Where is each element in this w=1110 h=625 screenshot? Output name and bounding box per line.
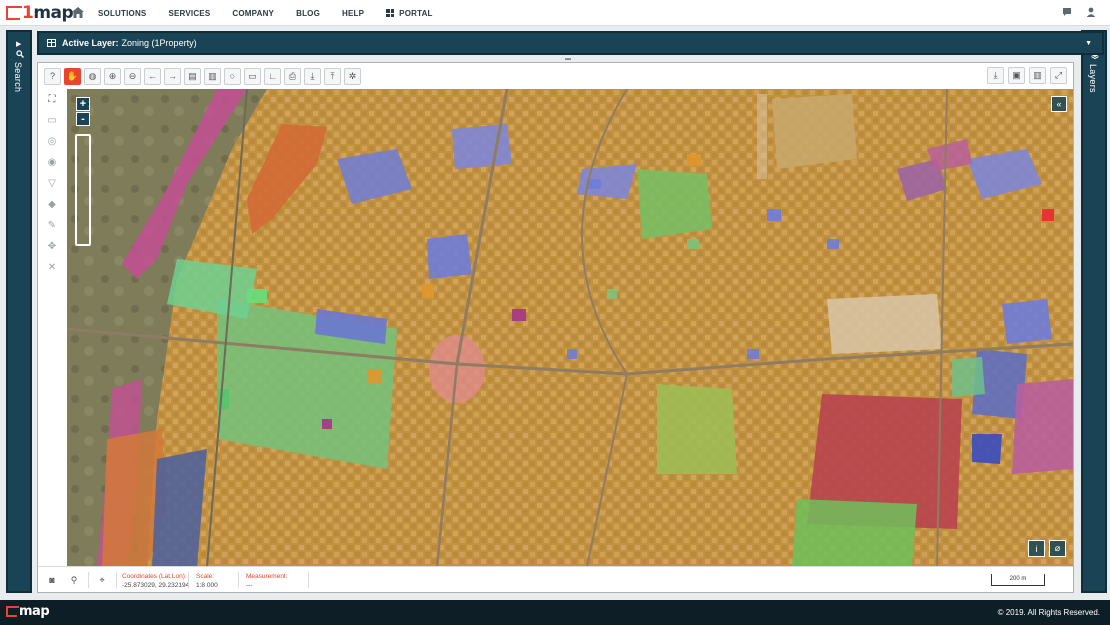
scale-bar: 200 m xyxy=(991,574,1045,586)
zoning-map[interactable] xyxy=(67,89,1073,567)
help-icon[interactable]: ? xyxy=(44,67,61,85)
nav-right-actions xyxy=(1062,7,1096,17)
map-icon[interactable]: ▭ xyxy=(45,113,59,127)
export-icon[interactable]: ⤓ xyxy=(987,67,1004,84)
settings-icon[interactable]: ✲ xyxy=(344,67,361,85)
angle-icon[interactable]: ∟ xyxy=(264,67,281,85)
scale-label: Scale: xyxy=(196,573,215,580)
forward-arrow-icon[interactable]: → xyxy=(164,67,181,85)
download-icon[interactable]: ⤓ xyxy=(304,67,321,85)
binoculars-icon[interactable]: ⛶ xyxy=(45,92,59,106)
measurement-label: Measurement: xyxy=(246,573,288,580)
nav-portal-label: PORTAL xyxy=(399,8,433,18)
ruler-icon[interactable]: ▭ xyxy=(244,67,261,85)
logo-mark xyxy=(6,6,22,20)
nav-solutions[interactable]: SOLUTIONS xyxy=(98,9,146,18)
divider xyxy=(188,572,189,588)
active-layer-value: Zoning (1Property) xyxy=(121,38,197,48)
scale-readout: Scale: 1:8 000 xyxy=(196,572,218,590)
zoom-out-icon[interactable]: ⊖ xyxy=(124,67,141,85)
info-icon[interactable]: i xyxy=(1028,540,1045,557)
chart-icon[interactable]: ▥ xyxy=(204,67,221,85)
nav-company[interactable]: COMPANY xyxy=(232,9,274,18)
move-icon[interactable]: ✥ xyxy=(45,239,59,253)
pan-hand-icon[interactable]: ✋ xyxy=(64,67,81,85)
footer-logo-text: map xyxy=(19,604,50,619)
layers-panel-label: Layers xyxy=(1088,64,1098,93)
divider xyxy=(238,572,239,588)
divider xyxy=(308,572,309,588)
table-icon[interactable]: ▤ xyxy=(184,67,201,85)
layers-panel[interactable]: ◀ Layers xyxy=(1081,30,1107,593)
map-toolbar: ? ✋ ◍ ⊕ ⊖ ← → ▤ ▥ ○ ▭ ∟ ⎙ ⤓ ⤒ ✲ ⤓ ▣ ▥ ⤢ xyxy=(38,63,1073,89)
tag-icon[interactable]: ◆ xyxy=(45,197,59,211)
grid-icon xyxy=(386,9,395,17)
scale-value: 1:8 000 xyxy=(196,582,218,589)
print-icon[interactable]: ⎙ xyxy=(284,67,301,85)
coordinates-value: -25.873029, 29.232194 xyxy=(122,582,190,589)
table-icon xyxy=(47,39,56,47)
chevron-down-icon[interactable]: ▼ xyxy=(1085,40,1092,47)
logo-text: 1map xyxy=(22,3,74,23)
top-navigation: 1map SOLUTIONS SERVICES COMPANY BLOG HEL… xyxy=(0,0,1110,26)
double-chevron-left-icon[interactable]: « xyxy=(1051,96,1067,112)
resize-grip-icon[interactable]: ▬ xyxy=(565,56,575,62)
measurement-value: --- xyxy=(246,582,253,589)
copyright-text: © 2019. All Rights Reserved. xyxy=(997,608,1100,617)
nav-help[interactable]: HELP xyxy=(342,9,364,18)
coordinates-readout: Coordinates (Lat,Lon): -25.873029, 29.23… xyxy=(122,572,189,590)
home-icon[interactable] xyxy=(72,7,84,18)
nav-blog[interactable]: BLOG xyxy=(296,9,320,18)
footer-logo[interactable]: map xyxy=(6,604,50,619)
search-panel[interactable]: ▶ Search xyxy=(6,30,32,593)
camera-icon[interactable]: ◙ xyxy=(44,572,60,588)
measurement-readout: Measurement: --- xyxy=(246,572,288,590)
target-icon[interactable]: ◎ xyxy=(45,134,59,148)
crosshair-icon[interactable]: ⌖ xyxy=(94,572,110,588)
pencil-icon[interactable]: ✎ xyxy=(45,218,59,232)
nav-menu: SOLUTIONS SERVICES COMPANY BLOG HELP POR… xyxy=(98,0,455,26)
coordinates-label: Coordinates (Lat,Lon): xyxy=(122,573,187,580)
split-view-icon[interactable]: ▥ xyxy=(1029,67,1046,84)
map-panel: ? ✋ ◍ ⊕ ⊖ ← → ▤ ▥ ○ ▭ ∟ ⎙ ⤓ ⤒ ✲ ⤓ ▣ ▥ ⤢ … xyxy=(37,62,1074,593)
globe-icon[interactable]: ◍ xyxy=(84,67,101,85)
map-canvas[interactable]: + - « i ⌀ xyxy=(67,89,1073,567)
nav-services[interactable]: SERVICES xyxy=(168,9,210,18)
image-icon[interactable]: ▣ xyxy=(1008,67,1025,84)
chat-icon[interactable] xyxy=(1062,7,1072,17)
map-side-tools: ⛶ ▭ ◎ ◉ ▽ ◆ ✎ ✥ ✕ xyxy=(38,89,66,567)
delete-icon[interactable]: ✕ xyxy=(45,260,59,274)
active-layer-bar[interactable]: Active Layer: Zoning (1Property) ▼ xyxy=(37,31,1104,55)
lasso-icon[interactable]: ▽ xyxy=(45,176,59,190)
search-icon xyxy=(16,50,24,58)
paperclip-icon[interactable]: ⌀ xyxy=(1049,540,1066,557)
circle-icon[interactable]: ○ xyxy=(224,67,241,85)
active-layer-label: Active Layer: xyxy=(62,38,119,48)
map-status-bar: ◙ ⚲ ⌖ Coordinates (Lat,Lon): -25.873029,… xyxy=(38,566,1073,592)
upload-icon[interactable]: ⤒ xyxy=(324,67,341,85)
divider xyxy=(88,572,89,588)
polygon-select-icon[interactable]: ◉ xyxy=(45,155,59,169)
fullscreen-icon[interactable]: ⤢ xyxy=(1050,67,1067,84)
back-arrow-icon[interactable]: ← xyxy=(144,67,161,85)
search-panel-label: Search xyxy=(13,62,23,93)
brand-logo[interactable]: 1map xyxy=(6,3,74,23)
zoom-in-icon[interactable]: ⊕ xyxy=(104,67,121,85)
divider xyxy=(116,572,117,588)
zoom-out-button[interactable]: - xyxy=(76,112,90,126)
footer: map © 2019. All Rights Reserved. xyxy=(0,600,1110,625)
toolbar-right: ⤓ ▣ ▥ ⤢ xyxy=(987,67,1067,84)
location-pin-icon[interactable]: ⚲ xyxy=(66,572,82,588)
nav-portal[interactable]: PORTAL xyxy=(386,9,433,18)
user-icon[interactable] xyxy=(1086,7,1096,17)
zoom-slider[interactable] xyxy=(75,134,91,246)
zoom-in-button[interactable]: + xyxy=(76,97,90,111)
expand-arrow-icon[interactable]: ▶ xyxy=(16,40,21,48)
logo-mark xyxy=(6,606,19,617)
